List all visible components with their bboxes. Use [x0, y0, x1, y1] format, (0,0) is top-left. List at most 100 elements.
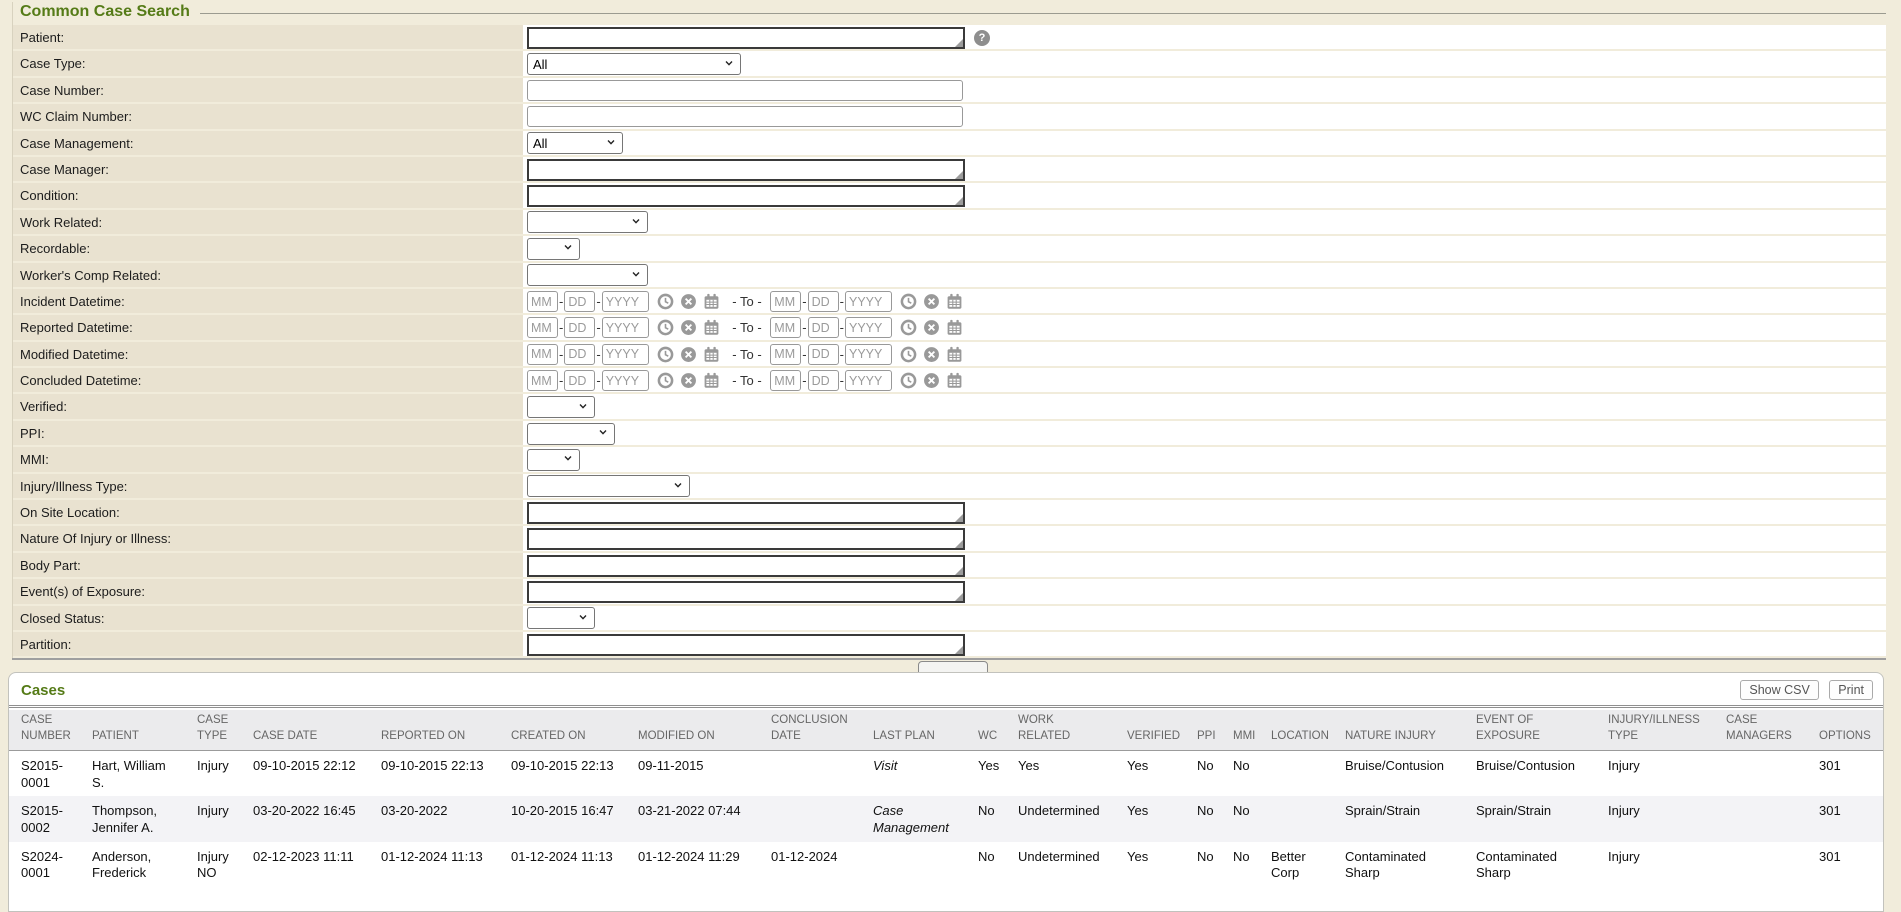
form-row-modified-datetime: Modified Datetime:-- - To - -- [13, 342, 1886, 366]
clear-icon[interactable] [923, 319, 940, 336]
concluded-datetime-from-dd-input[interactable] [564, 370, 595, 391]
partition-field[interactable] [527, 634, 965, 656]
cell [1726, 796, 1819, 841]
clock-icon [657, 319, 674, 336]
modified-datetime-to-yyyy-input[interactable] [845, 344, 892, 365]
clear-icon[interactable] [923, 293, 940, 310]
print-button[interactable]: Print [1829, 680, 1873, 700]
modified-datetime-to-dd-input[interactable] [808, 344, 839, 365]
condition-field[interactable] [527, 185, 965, 207]
concluded-datetime-to-yyyy-input[interactable] [845, 370, 892, 391]
clear-icon[interactable] [680, 372, 697, 389]
body-part-field[interactable] [527, 555, 965, 577]
nature-of-injury-field[interactable] [527, 528, 965, 550]
incident-datetime-from-dd-input[interactable] [564, 291, 595, 312]
verified-select[interactable] [527, 396, 595, 418]
calendar-icon[interactable] [703, 319, 720, 336]
clock-icon[interactable] [657, 346, 674, 363]
calendar-icon[interactable] [703, 372, 720, 389]
clear-icon[interactable] [680, 293, 697, 310]
chevron-down-icon [597, 426, 609, 438]
incident-datetime-label: Incident Datetime: [13, 289, 523, 313]
workers-comp-related-select[interactable] [527, 264, 648, 286]
clock-icon[interactable] [900, 346, 917, 363]
clock-icon[interactable] [900, 319, 917, 336]
incident-datetime-to-yyyy-input[interactable] [845, 291, 892, 312]
reported-datetime-value-cell: -- - To - -- [523, 315, 1886, 339]
clock-icon[interactable] [900, 293, 917, 310]
modified-datetime-to-mm-input[interactable] [770, 344, 801, 365]
concluded-datetime-to-mm-input[interactable] [770, 370, 801, 391]
modified-datetime-from-dd-input[interactable] [564, 344, 595, 365]
clear-icon[interactable] [680, 346, 697, 363]
cell: 10-20-2015 16:47 [511, 796, 638, 841]
concluded-datetime-from-mm-input[interactable] [527, 370, 558, 391]
clock-icon[interactable] [900, 372, 917, 389]
calendar-icon[interactable] [946, 293, 963, 310]
form-row-verified: Verified: [13, 394, 1886, 418]
workers-comp-related-label: Worker's Comp Related: [13, 263, 523, 287]
clear-icon[interactable] [923, 372, 940, 389]
reported-datetime-from-dd-input[interactable] [564, 317, 595, 338]
cell: 01-12-2024 11:29 [638, 842, 771, 887]
incident-datetime-range: -- - To - -- [527, 291, 963, 312]
ppi-label: PPI: [13, 421, 523, 445]
form-row-events-of-exposure: Event(s) of Exposure: [13, 579, 1886, 603]
cell: 03-20-2022 [381, 796, 511, 841]
reported-datetime-from-mm-input[interactable] [527, 317, 558, 338]
case-manager-field[interactable] [527, 159, 965, 181]
reported-datetime-to-dd-input[interactable] [808, 317, 839, 338]
incident-datetime-from-mm-input[interactable] [527, 291, 558, 312]
cell: 09-10-2015 22:12 [253, 751, 381, 797]
options-cell[interactable]: 301 [1819, 751, 1883, 797]
ppi-select[interactable] [527, 423, 615, 445]
reported-datetime-from-yyyy-input[interactable] [602, 317, 649, 338]
concluded-datetime-value-cell: -- - To - -- [523, 368, 1886, 392]
date-separator: - [802, 320, 806, 335]
incident-datetime-from-yyyy-input[interactable] [602, 291, 649, 312]
reported-datetime-label: Reported Datetime: [13, 315, 523, 339]
incident-datetime-to-mm-input[interactable] [770, 291, 801, 312]
concluded-datetime-from-yyyy-input[interactable] [602, 370, 649, 391]
closed-status-select[interactable] [527, 607, 595, 629]
clear-icon[interactable] [923, 346, 940, 363]
clear-icon[interactable] [680, 319, 697, 336]
wc-claim-number-label: WC Claim Number: [13, 104, 523, 128]
mmi-select[interactable] [527, 449, 580, 471]
incident-datetime-to-dd-input[interactable] [808, 291, 839, 312]
calendar-icon[interactable] [946, 372, 963, 389]
calendar-icon[interactable] [703, 293, 720, 310]
show-csv-button[interactable]: Show CSV [1740, 680, 1818, 700]
concluded-datetime-to-dd-input[interactable] [808, 370, 839, 391]
events-of-exposure-field[interactable] [527, 581, 965, 603]
clock-icon [900, 372, 917, 389]
help-icon[interactable]: ? [974, 30, 990, 46]
cell: Yes [1127, 751, 1197, 797]
calendar-icon[interactable] [946, 346, 963, 363]
recordable-select[interactable] [527, 238, 580, 260]
cases-divider [9, 705, 1883, 708]
table-header-row: CASE NUMBERPATIENTCASE TYPECASE DATEREPO… [9, 710, 1883, 751]
wc-claim-number-input[interactable] [527, 106, 963, 127]
calendar-icon[interactable] [946, 319, 963, 336]
reported-datetime-to-mm-input[interactable] [770, 317, 801, 338]
clock-icon[interactable] [657, 372, 674, 389]
on-site-location-field[interactable] [527, 502, 965, 524]
case-manager-label: Case Manager: [13, 157, 523, 181]
modified-datetime-from-yyyy-input[interactable] [602, 344, 649, 365]
case-type-select[interactable]: All [527, 53, 741, 75]
clock-icon[interactable] [657, 319, 674, 336]
injury-illness-type-select[interactable] [527, 475, 690, 497]
reported-datetime-to-yyyy-input[interactable] [845, 317, 892, 338]
cell: Anderson, Frederick [92, 842, 197, 887]
options-cell[interactable]: 301 [1819, 842, 1883, 887]
case-management-select[interactable]: All [527, 132, 623, 154]
form-row-incident-datetime: Incident Datetime:-- - To - -- [13, 289, 1886, 313]
case-number-input[interactable] [527, 80, 963, 101]
calendar-icon[interactable] [703, 346, 720, 363]
modified-datetime-from-mm-input[interactable] [527, 344, 558, 365]
patient-field[interactable] [527, 27, 965, 49]
work-related-select[interactable] [527, 211, 648, 233]
options-cell[interactable]: 301 [1819, 796, 1883, 841]
clock-icon[interactable] [657, 293, 674, 310]
